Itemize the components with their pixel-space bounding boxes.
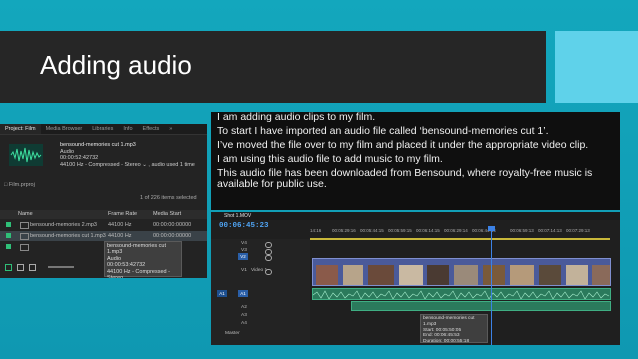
sequence-tab[interactable]: Shot 1.MOV	[224, 213, 251, 219]
column-headers: Name Frame Rate Media Start	[0, 210, 207, 219]
items-selected-count: 1 of 226 items selected	[140, 195, 197, 201]
clip-thumbnail	[343, 265, 363, 285]
clip-thumbnail	[368, 265, 394, 285]
timeline-tab-bar: Shot 1.MOV	[211, 212, 620, 220]
slide-title: Adding audio	[40, 50, 192, 80]
video-clips-track[interactable]	[312, 258, 611, 286]
zoom-slider[interactable]	[48, 266, 74, 268]
playhead-timecode[interactable]: 00:06:45:23	[219, 222, 269, 230]
icon-view-icon[interactable]	[29, 264, 36, 271]
preview-format: 44100 Hz - Compressed - Stereo	[60, 161, 141, 168]
track-label-a2: A2	[241, 305, 247, 310]
track-label-a3: A3	[241, 313, 247, 318]
audio-waveform-thumbnail	[9, 144, 43, 166]
description-text-box: I am adding audio clips to my film. To s…	[211, 112, 620, 210]
tab-media-browser[interactable]: Media Browser	[41, 124, 88, 134]
eye-icon[interactable]	[265, 255, 272, 261]
clip-tooltip: bensound-memories cut 1.mp3 Audio 00:00:…	[104, 241, 182, 278]
list-view-icon[interactable]	[17, 264, 24, 271]
preview-type: Audio	[60, 148, 75, 155]
tab-info[interactable]: Info	[118, 124, 137, 134]
audio-file-icon	[20, 244, 29, 251]
clip-thumbnail	[592, 265, 610, 285]
track-label-v4: V4	[241, 241, 247, 246]
project-panel-screenshot: Project: Film Media Browser Libraries In…	[0, 124, 207, 278]
list-item[interactable]: bensound-memories 2.mp3 44100 Hz 00:00:0…	[0, 220, 207, 230]
audio-file-icon	[20, 233, 29, 240]
clip-thumbnail	[510, 265, 534, 285]
track-label-a4: A4	[241, 321, 247, 326]
source-patch-a1[interactable]: A1	[217, 290, 227, 297]
lock-icon[interactable]	[5, 264, 12, 271]
clip-thumbnail	[399, 265, 423, 285]
tab-overflow[interactable]: »	[164, 124, 177, 134]
chevron-down-icon[interactable]: ⌄	[142, 162, 147, 168]
timeline-clip-tooltip: bensound-memories cut 1.mp3 Start: 00:05…	[420, 314, 488, 344]
project-tabs: Project: Film Media Browser Libraries In…	[0, 124, 207, 135]
text-line: To start I have imported an audio file c…	[217, 125, 549, 137]
col-name[interactable]: Name	[18, 211, 33, 217]
timeline-panel-screenshot: Shot 1.MOV 00:06:45:23 14:16 00:05:29:16…	[211, 212, 620, 345]
track-label-a1[interactable]: A1	[238, 290, 248, 297]
tab-effects[interactable]: Effects	[138, 124, 165, 134]
preview-usage: , audio used 1 time	[148, 161, 195, 168]
track-label-v2[interactable]: V2	[238, 253, 248, 260]
list-item-selected[interactable]: bensound-memories cut 1.mp3 44100 Hz 00:…	[0, 231, 207, 241]
eye-icon[interactable]	[265, 242, 272, 248]
col-frame-rate[interactable]: Frame Rate	[108, 211, 137, 217]
track-label-v1: V1	[241, 268, 247, 273]
audio-clips-track-a1[interactable]	[312, 288, 611, 300]
tab-project[interactable]: Project: Film	[0, 124, 41, 134]
preview-name: bensound-memories cut 1.mp3	[60, 142, 136, 148]
label-color-icon	[6, 233, 11, 238]
text-line: I am using this audio file to add music …	[217, 153, 443, 165]
text-line: I am adding audio clips to my film.	[217, 112, 376, 123]
clip-thumbnail	[539, 265, 561, 285]
project-file-name: □ Film.prproj	[4, 182, 35, 188]
eye-icon[interactable]	[265, 269, 272, 275]
master-label: Master	[225, 331, 240, 336]
audio-file-icon	[20, 222, 29, 229]
clip-thumbnail	[316, 265, 338, 285]
panel-bottom-bar	[0, 262, 100, 274]
col-media-start[interactable]: Media Start	[153, 211, 181, 217]
music-clip-a2[interactable]	[351, 301, 611, 311]
clip-thumbnail	[566, 265, 588, 285]
playhead-line[interactable]	[491, 226, 492, 345]
clip-thumbnail	[454, 265, 478, 285]
preview-duration: 00:00:52:42732	[60, 155, 99, 162]
track-headers: V4 V3 V2 V1 Video 1 A1 A1 A2 A3 A4 Maste…	[211, 239, 310, 345]
clip-thumbnail	[483, 265, 505, 285]
accent-square	[555, 31, 638, 103]
text-line: I’ve moved the file over to my film and …	[217, 139, 589, 151]
text-line: This audio file has been downloaded from…	[217, 167, 593, 190]
label-color-icon	[6, 244, 11, 249]
tab-libraries[interactable]: Libraries	[87, 124, 118, 134]
clip-thumbnail	[427, 265, 449, 285]
preview-metadata: bensound-memories cut 1.mp3 Audio 00:00:…	[60, 142, 195, 168]
time-ruler[interactable]: 14:16 00:05:29:16 00:05:44:15 00:05:59:1…	[310, 228, 620, 236]
label-color-icon	[6, 222, 11, 227]
work-area-bar[interactable]	[310, 238, 610, 240]
